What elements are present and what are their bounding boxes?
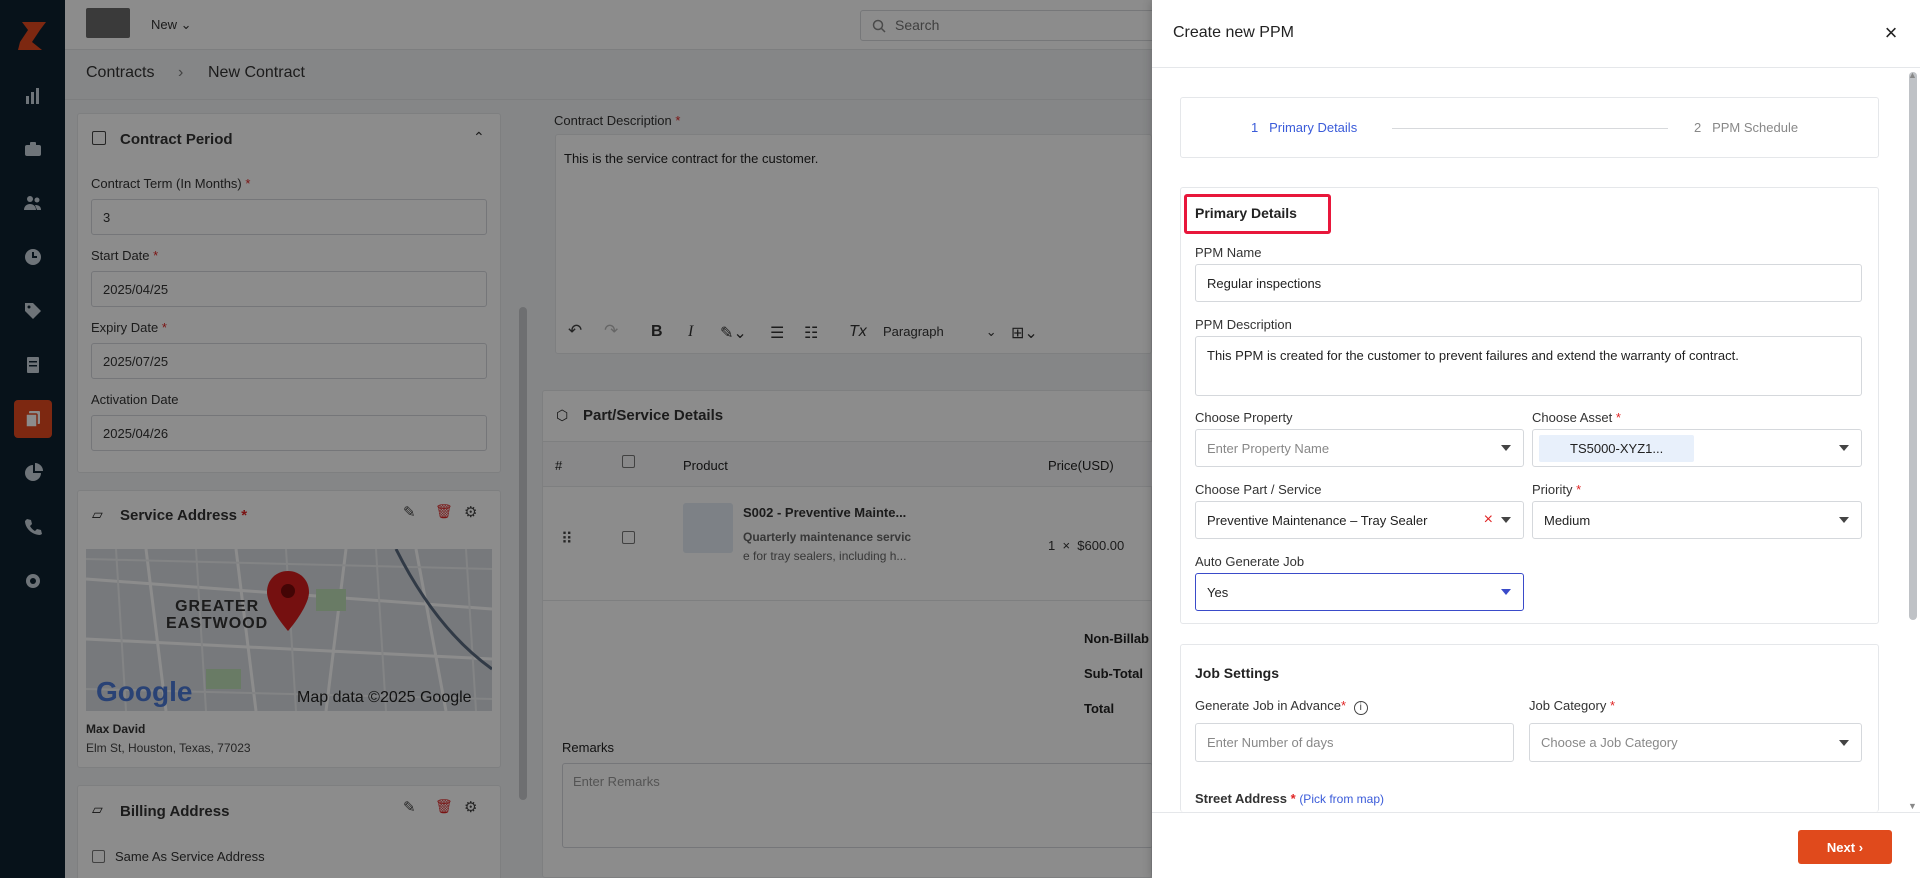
part-service-value: Preventive Maintenance – Tray Sealer	[1207, 512, 1428, 528]
street-address-label-text: Street Address	[1195, 791, 1287, 806]
asset-tag[interactable]: TS5000-XYZ1...	[1539, 434, 1695, 462]
advance-days-field[interactable]: Enter Number of days	[1195, 723, 1514, 762]
drawer-header: Create new PPM ×	[1152, 0, 1920, 68]
category-label: Job Category *	[1529, 698, 1616, 713]
job-settings-title: Job Settings	[1195, 665, 1280, 681]
dropdown-caret-icon	[1501, 445, 1511, 451]
auto-generate-value: Yes	[1207, 584, 1229, 600]
ppm-name-field[interactable]: Regular inspections	[1195, 264, 1862, 302]
asset-label: Choose Asset *	[1532, 410, 1621, 425]
create-ppm-drawer: Create new PPM × 1 Primary Details 2 PPM…	[1152, 0, 1920, 878]
auto-generate-label: Auto Generate Job	[1195, 554, 1305, 569]
ppm-stepper: 1 Primary Details 2 PPM Schedule	[1180, 97, 1879, 158]
dropdown-caret-icon	[1839, 517, 1849, 523]
ppm-description-label: PPM Description	[1195, 317, 1292, 332]
primary-details-section: Primary Details PPM Name Regular inspect…	[1180, 187, 1879, 624]
step-primary-details[interactable]: 1 Primary Details	[1251, 120, 1357, 135]
priority-label: Priority *	[1532, 482, 1582, 497]
drawer-title: Create new PPM	[1173, 24, 1294, 41]
dropdown-caret-icon	[1501, 589, 1511, 595]
priority-value: Medium	[1544, 512, 1591, 528]
ppm-description-field[interactable]: This PPM is created for the customer to …	[1195, 336, 1862, 396]
advance-label-text: Generate Job in Advance	[1195, 698, 1341, 713]
step-ppm-schedule[interactable]: 2 PPM Schedule	[1694, 120, 1798, 135]
part-service-label: Choose Part / Service	[1195, 482, 1322, 497]
chevron-right-icon: ›	[1858, 839, 1864, 855]
dropdown-caret-icon	[1839, 445, 1849, 451]
drawer-footer: Next ›	[1152, 812, 1920, 878]
auto-generate-select[interactable]: Yes	[1195, 573, 1524, 611]
asset-select[interactable]: TS5000-XYZ1...	[1532, 429, 1862, 467]
info-icon[interactable]: i	[1353, 701, 1368, 715]
pick-from-map-link[interactable]: (Pick from map)	[1299, 792, 1384, 806]
category-placeholder: Choose a Job Category	[1541, 735, 1678, 750]
next-button[interactable]: Next ›	[1798, 830, 1892, 864]
dropdown-caret-icon	[1839, 739, 1849, 746]
dropdown-caret-icon	[1501, 517, 1511, 523]
stepper-divider	[1392, 128, 1668, 129]
property-placeholder: Enter Property Name	[1207, 440, 1330, 456]
drawer-scrollbar[interactable]	[1909, 72, 1917, 620]
primary-details-highlight	[1184, 194, 1331, 234]
property-select[interactable]: Enter Property Name	[1195, 429, 1524, 467]
close-icon[interactable]: ×	[1880, 22, 1902, 44]
property-label: Choose Property	[1195, 410, 1293, 425]
category-select[interactable]: Choose a Job Category	[1529, 723, 1862, 762]
ppm-name-label: PPM Name	[1195, 245, 1262, 260]
asset-label-text: Choose Asset	[1532, 410, 1613, 425]
modal-backdrop[interactable]	[0, 0, 1152, 878]
clear-x-icon[interactable]: ×	[1484, 511, 1493, 529]
category-label-text: Job Category	[1529, 698, 1607, 713]
street-address-label: Street Address * (Pick from map)	[1195, 791, 1384, 806]
priority-select[interactable]: Medium	[1532, 501, 1862, 539]
scroll-up-icon[interactable]: ▲	[1908, 70, 1917, 80]
advance-label: Generate Job in Advance* i	[1195, 698, 1368, 715]
next-label: Next	[1826, 839, 1856, 855]
job-settings-section: Job Settings Generate Job in Advance* i …	[1180, 644, 1879, 812]
scroll-down-icon[interactable]: ▼	[1908, 801, 1917, 811]
part-service-select[interactable]: Preventive Maintenance – Tray Sealer ×	[1195, 501, 1524, 539]
priority-label-text: Priority	[1532, 482, 1573, 497]
